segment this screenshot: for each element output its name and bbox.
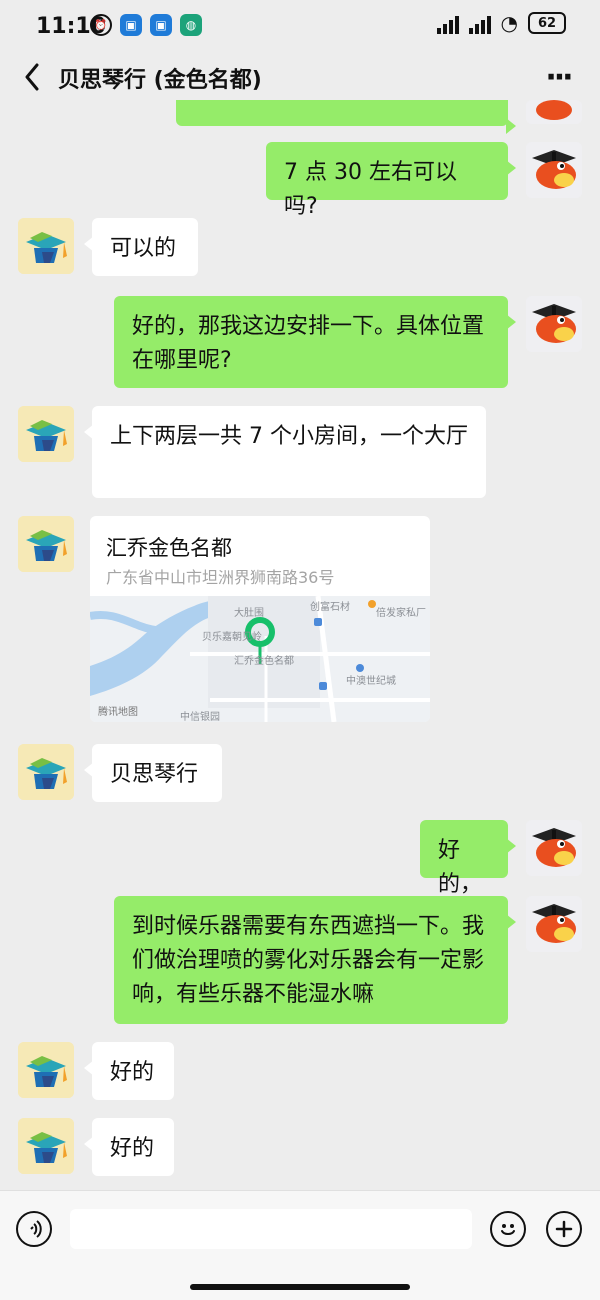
home-indicator — [190, 1284, 410, 1290]
contact-avatar[interactable] — [18, 1042, 74, 1098]
wifi-icon: ◔ — [500, 11, 518, 35]
map-label: 创富石材 — [310, 602, 350, 613]
message-list[interactable]: 7 点 30 左右可以吗? 可以的 好的，那我这边安排一下。具体位置在哪里呢? — [0, 100, 600, 1190]
message-text: 贝思琴行 — [110, 762, 199, 787]
chat-title: 贝思琴行 (金色名都) — [58, 68, 262, 93]
chat-header: 贝思琴行 (金色名都) ··· — [0, 56, 600, 100]
location-name: 汇乔金色名都 — [106, 536, 232, 560]
message-bubble[interactable]: 贝思琴行 — [84, 744, 222, 802]
voice-message-icon[interactable] — [16, 1211, 52, 1247]
security-shield-icon: ◍ — [180, 14, 202, 36]
message-bubble[interactable]: 好的，那我这边安排一下。具体位置在哪里呢? — [114, 296, 516, 388]
map-label: 贝乐嘉朝见岭 — [202, 632, 262, 643]
message-text: 到时候乐器需要有东西遮挡一下。我们做治理喷的雾化对乐器会有一定影响，有些乐器不能… — [132, 914, 485, 1007]
user-avatar[interactable] — [526, 296, 582, 352]
signal-hd-icon-2 — [468, 12, 491, 34]
contact-avatar[interactable] — [18, 1118, 74, 1174]
status-left-icons: ⏰ ▣ ▣ ◍ — [90, 14, 202, 36]
message-input[interactable] — [70, 1209, 472, 1249]
location-address: 广东省中山市坦洲界狮南路36号 — [106, 568, 335, 587]
alarm-clock-icon: ⏰ — [90, 14, 112, 36]
message-bubble[interactable]: 7 点 30 左右可以吗? — [266, 142, 516, 219]
map-label: 汇乔金色名都 — [234, 656, 294, 667]
message-text: 好的 — [110, 1060, 155, 1085]
emoji-icon[interactable] — [490, 1211, 526, 1247]
battery-icon: 62 — [528, 12, 566, 34]
message-bubble[interactable]: 好的 — [84, 1118, 174, 1176]
map-brand: 腾讯地图 — [98, 707, 138, 718]
message-bubble[interactable]: 到时候乐器需要有东西遮挡一下。我们做治理喷的雾化对乐器会有一定影响，有些乐器不能… — [114, 896, 516, 1024]
location-card[interactable]: 汇乔金色名都 广东省中山市坦洲界狮南路36号 大肚围 创富石材 倍发家私厂 贝乐… — [90, 516, 430, 722]
message-bubble[interactable]: 好的 — [84, 1042, 174, 1100]
map-label: 倍发家私厂 — [376, 608, 426, 619]
map-label: 大肚围 — [234, 608, 264, 619]
user-avatar[interactable] — [526, 142, 582, 198]
message-text: 好的 — [110, 1136, 155, 1161]
message-text: 7 点 30 左右可以吗? — [284, 160, 457, 219]
message-bubble[interactable]: 可以的 — [84, 218, 198, 276]
map-label: 中澳世纪城 — [346, 676, 396, 687]
partial-message-bubble[interactable] — [176, 100, 516, 134]
contact-avatar[interactable] — [18, 744, 74, 800]
message-bubble[interactable]: 好的， — [420, 820, 516, 897]
message-bubble[interactable]: 上下两层一共 7 个小房间，一个大厅 — [84, 406, 486, 498]
message-text: 好的， — [438, 838, 483, 897]
map-label: 中信银园 — [180, 712, 220, 722]
user-avatar[interactable] — [526, 820, 582, 876]
contact-avatar[interactable] — [18, 218, 74, 274]
message-text: 好的，那我这边安排一下。具体位置在哪里呢? — [132, 314, 485, 373]
map-preview[interactable]: 大肚围 创富石材 倍发家私厂 贝乐嘉朝见岭 汇乔金色名都 中澳世纪城 中信银园 … — [90, 595, 430, 722]
back-arrow-icon[interactable] — [18, 60, 46, 94]
status-bar: 11:10 ⏰ ▣ ▣ ◍ ◔ 62 — [0, 0, 600, 56]
message-text: 上下两层一共 7 个小房间，一个大厅 — [110, 424, 468, 449]
contact-avatar[interactable] — [18, 406, 74, 462]
app-notification-icon: ▣ — [150, 14, 172, 36]
status-right-icons: ◔ 62 — [436, 11, 566, 35]
more-options-icon[interactable]: ··· — [542, 60, 574, 95]
plus-icon[interactable] — [546, 1211, 582, 1247]
user-avatar[interactable] — [526, 100, 582, 124]
user-avatar[interactable] — [526, 896, 582, 952]
signal-hd-icon — [436, 12, 459, 34]
message-text: 可以的 — [110, 236, 177, 261]
app-notification-icon: ▣ — [120, 14, 142, 36]
contact-avatar[interactable] — [18, 516, 74, 572]
